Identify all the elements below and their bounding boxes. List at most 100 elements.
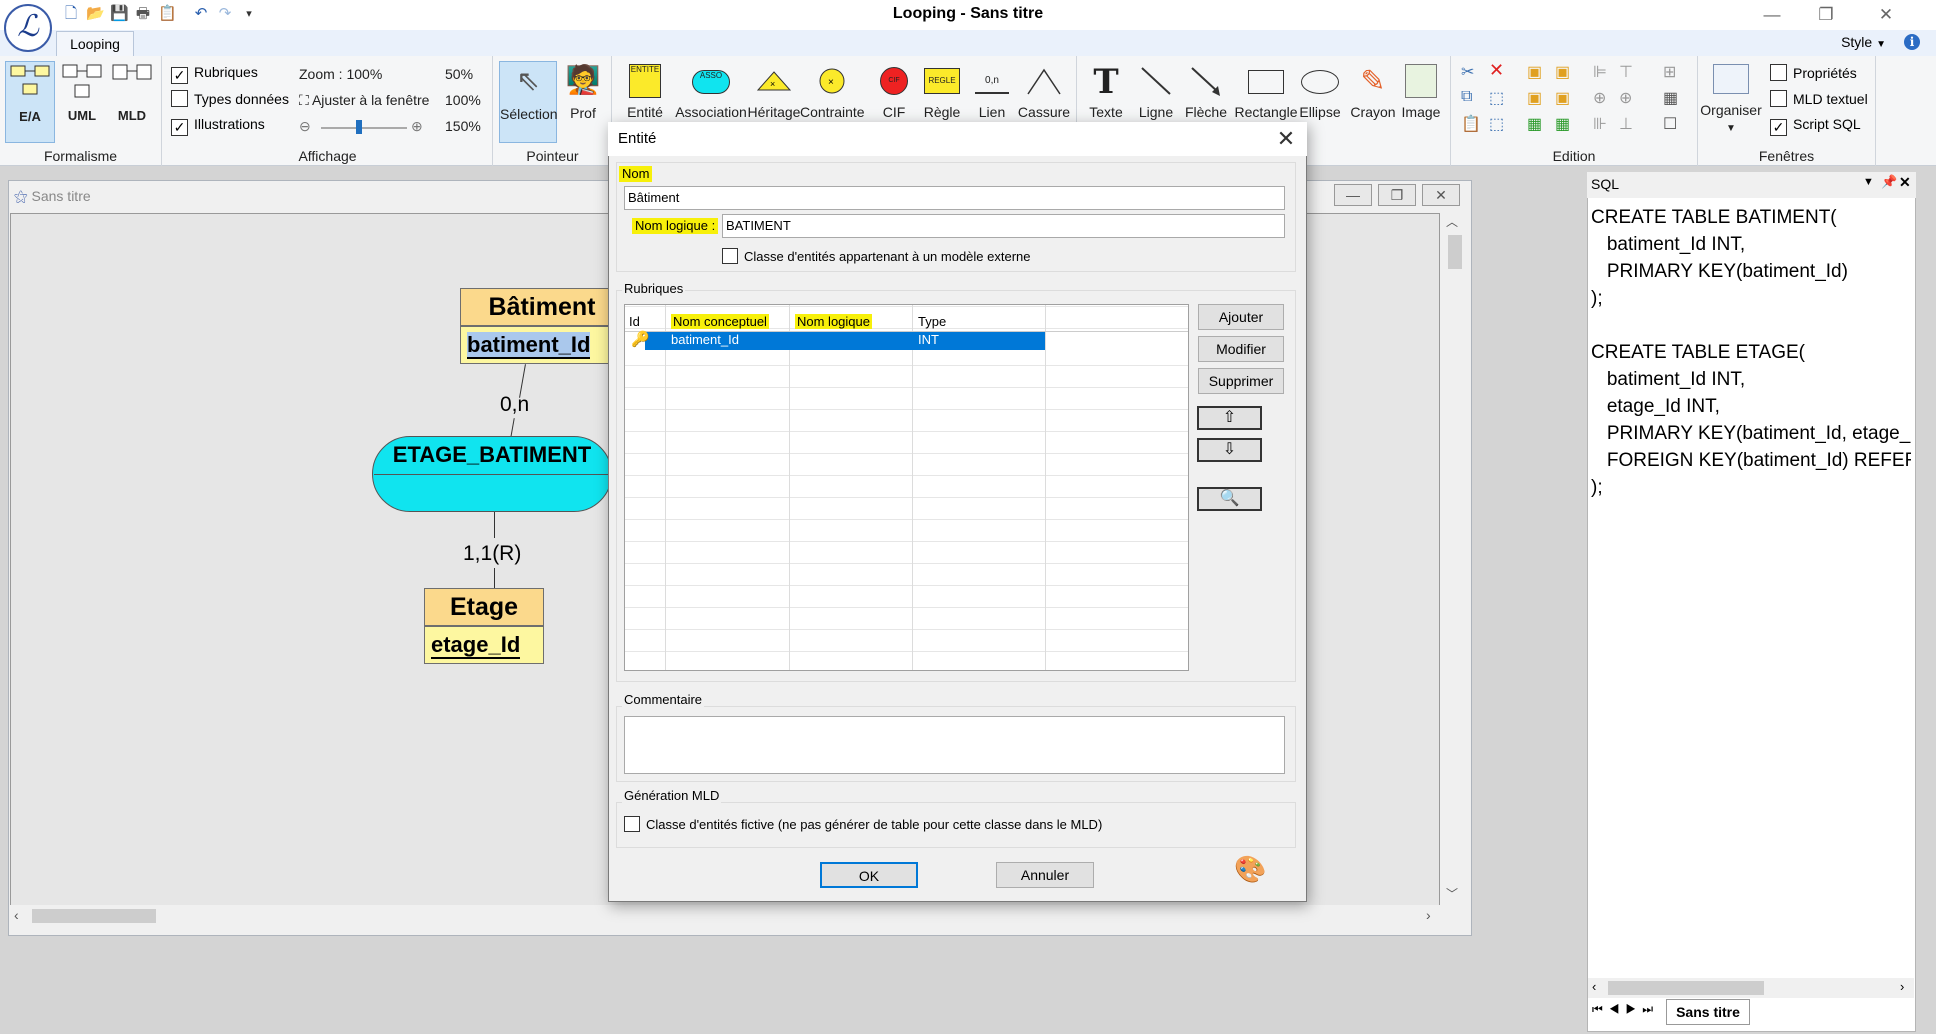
- mdi-minimize-button[interactable]: —: [1334, 184, 1372, 206]
- tab-nav-icons[interactable]: ⏮◀▶⏭: [1592, 1002, 1659, 1017]
- mdi-close-button[interactable]: ✕: [1422, 184, 1460, 206]
- select-icon[interactable]: ⬚: [1489, 114, 1504, 134]
- zoom-out-icon[interactable]: ⊖: [299, 118, 311, 135]
- checkbox-classe-fictive[interactable]: Classe d'entités fictive (ne pas générer…: [624, 816, 1102, 832]
- tool-texte[interactable]: T Texte: [1086, 64, 1126, 120]
- palette-icon[interactable]: 🎨: [1234, 854, 1266, 885]
- align-top-icon[interactable]: ⊤: [1619, 62, 1633, 82]
- pin-icon[interactable]: 📌: [1881, 174, 1897, 190]
- cardinality-label[interactable]: 1,1(R): [463, 542, 521, 566]
- zoom-150-button[interactable]: 150%: [445, 118, 481, 134]
- select-all-icon[interactable]: ⬚: [1489, 88, 1504, 108]
- entity-etage-header[interactable]: Etage: [424, 588, 544, 626]
- grid-fill-icon[interactable]: ▦: [1663, 88, 1678, 108]
- backward-icon[interactable]: ▣: [1555, 88, 1570, 108]
- ajouter-button[interactable]: Ajouter: [1198, 304, 1284, 330]
- ungroup-icon[interactable]: ▦: [1555, 114, 1570, 134]
- zoom-slider[interactable]: ⊖ ⊕: [299, 118, 429, 136]
- tool-regle[interactable]: REGLE Règle: [922, 64, 962, 120]
- modifier-button[interactable]: Modifier: [1198, 336, 1284, 362]
- vscroll-thumb[interactable]: [1448, 235, 1462, 269]
- send-back-icon[interactable]: ▣: [1555, 62, 1570, 82]
- copy-icon[interactable]: ⧉: [1461, 88, 1472, 106]
- dialog-close-button[interactable]: ✕: [1272, 126, 1300, 152]
- checkbox-illustrations[interactable]: ✓ Illustrations: [171, 116, 265, 136]
- selection-tool-button[interactable]: ⇖ Sélection: [499, 61, 558, 143]
- canvas-vscroll[interactable]: ︿ ﹀: [1444, 213, 1466, 907]
- align-right-icon[interactable]: ⊪: [1593, 114, 1607, 134]
- column-header-nom-logique[interactable]: Nom logique: [791, 311, 872, 333]
- tool-cassure[interactable]: Cassure: [1016, 64, 1072, 120]
- zoom-in-icon[interactable]: ⊕: [411, 118, 423, 135]
- fit-window-button[interactable]: ⛶ Ajuster à la fenêtre: [299, 92, 429, 109]
- key-button[interactable]: 🔍: [1197, 487, 1262, 511]
- move-up-button[interactable]: ⇧: [1197, 406, 1262, 430]
- scroll-left-icon[interactable]: ‹: [1592, 979, 1596, 994]
- nom-input[interactable]: Bâtiment: [624, 186, 1285, 210]
- checkbox-proprietes[interactable]: Propriétés: [1770, 64, 1857, 81]
- cut-icon[interactable]: ✂: [1461, 62, 1474, 82]
- ok-button[interactable]: OK: [820, 862, 918, 888]
- zoom-100-button[interactable]: 100%: [445, 92, 481, 108]
- close-panel-icon[interactable]: ✕: [1899, 174, 1911, 191]
- close-window-button[interactable]: ✕: [1866, 3, 1906, 27]
- bring-front-icon[interactable]: ▣: [1527, 62, 1542, 82]
- commentaire-input[interactable]: [624, 716, 1285, 774]
- tool-ligne[interactable]: Ligne: [1136, 64, 1176, 120]
- entity-batiment-header[interactable]: Bâtiment: [460, 288, 624, 326]
- supprimer-button[interactable]: Supprimer: [1198, 368, 1284, 394]
- scroll-down-icon[interactable]: ﹀: [1446, 885, 1458, 902]
- forward-icon[interactable]: ▣: [1527, 88, 1542, 108]
- organiser-button[interactable]: Organiser ▼: [1700, 64, 1762, 134]
- entity-etage-body[interactable]: etage_Id: [424, 626, 544, 664]
- mdi-restore-button[interactable]: ❐: [1378, 184, 1416, 206]
- tool-ellipse[interactable]: Ellipse: [1294, 64, 1346, 120]
- sql-hscroll[interactable]: ‹ ›: [1588, 978, 1914, 998]
- tool-image[interactable]: Image: [1398, 64, 1444, 120]
- paste-icon[interactable]: 📋: [1461, 114, 1481, 134]
- formalism-mld-button[interactable]: MLD: [108, 61, 156, 143]
- align-left-icon[interactable]: ⊫: [1593, 62, 1607, 82]
- sql-script-text[interactable]: CREATE TABLE BATIMENT( batiment_Id INT, …: [1591, 204, 1911, 984]
- align-center-icon[interactable]: ⊕: [1593, 88, 1606, 108]
- cardinality-label[interactable]: 0,n: [500, 393, 529, 417]
- tab-looping[interactable]: Looping: [56, 31, 134, 56]
- entity-batiment-body[interactable]: batiment_Id: [460, 326, 624, 364]
- tab-sans-titre[interactable]: Sans titre: [1666, 999, 1750, 1025]
- tool-association[interactable]: ASSO Association: [672, 64, 750, 120]
- scroll-left-icon[interactable]: ‹: [14, 907, 19, 923]
- restore-button[interactable]: ❐: [1806, 3, 1846, 27]
- frame-icon[interactable]: ☐: [1663, 114, 1677, 134]
- app-logo-icon[interactable]: ℒ: [4, 4, 52, 52]
- formalism-ea-button[interactable]: E/A: [5, 61, 55, 143]
- checkbox-rubriques[interactable]: ✓ Rubriques: [171, 64, 258, 84]
- delete-icon[interactable]: ✕: [1489, 60, 1504, 81]
- prof-tool-button[interactable]: 🧑‍🏫 Prof: [560, 61, 606, 143]
- style-menu[interactable]: Style ▼: [1841, 34, 1886, 50]
- cell-type[interactable]: INT: [914, 329, 939, 351]
- canvas-hscroll[interactable]: ‹ ›: [10, 905, 1440, 927]
- tool-entite[interactable]: ENTITE Entité: [620, 64, 670, 120]
- minimize-button[interactable]: —: [1752, 3, 1792, 27]
- rubriques-table[interactable]: Id Nom conceptuel Nom logique Type 🔑 bat…: [624, 304, 1189, 671]
- scroll-right-icon[interactable]: ›: [1426, 907, 1431, 923]
- zoom-50-button[interactable]: 50%: [445, 66, 473, 82]
- hscroll-thumb[interactable]: [32, 909, 156, 923]
- zoom-slider-thumb[interactable]: [356, 120, 362, 134]
- tool-contrainte[interactable]: × Contrainte: [800, 64, 865, 120]
- scroll-up-icon[interactable]: ︿: [1446, 213, 1458, 230]
- info-icon[interactable]: i: [1904, 34, 1920, 50]
- tool-cif[interactable]: CIF CIF: [876, 64, 912, 120]
- checkbox-mld-textuel[interactable]: MLD textuel: [1770, 90, 1868, 107]
- nom-logique-input[interactable]: BATIMENT: [722, 214, 1285, 238]
- formalism-uml-button[interactable]: UML: [58, 61, 106, 143]
- cell-nom-conceptuel[interactable]: batiment_Id: [667, 329, 739, 351]
- tool-heritage[interactable]: × Héritage: [744, 64, 804, 120]
- move-down-button[interactable]: ⇩: [1197, 438, 1262, 462]
- align-bottom-icon[interactable]: ⊥: [1619, 114, 1633, 134]
- checkbox-types-donnees[interactable]: Types données: [171, 90, 289, 107]
- checkbox-modele-externe[interactable]: Classe d'entités appartenant à un modèle…: [722, 248, 1031, 264]
- annuler-button[interactable]: Annuler: [996, 862, 1094, 888]
- panel-menu-icon[interactable]: ▼: [1863, 176, 1874, 188]
- align-middle-icon[interactable]: ⊕: [1619, 88, 1632, 108]
